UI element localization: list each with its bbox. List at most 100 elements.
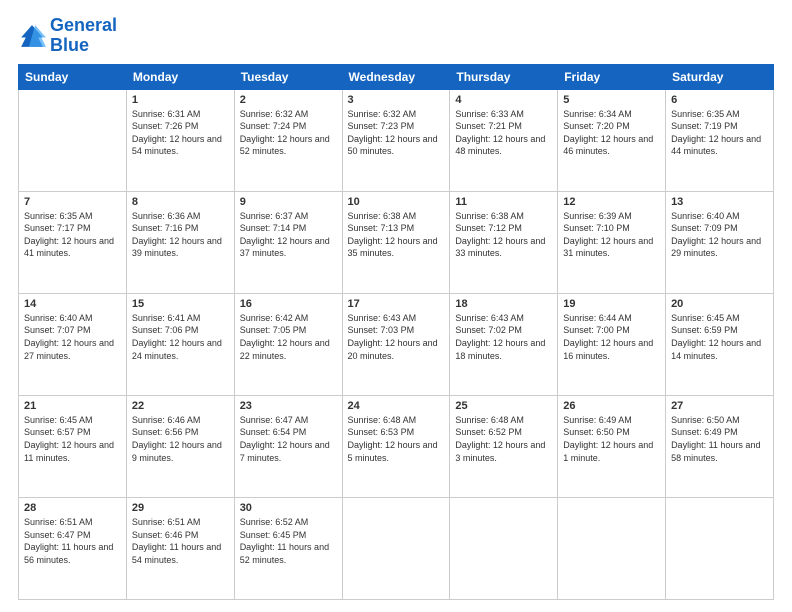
weekday-monday: Monday bbox=[126, 64, 234, 89]
day-info: Sunrise: 6:34 AMSunset: 7:20 PMDaylight:… bbox=[563, 108, 660, 158]
day-cell: 22 Sunrise: 6:46 AMSunset: 6:56 PMDayligh… bbox=[126, 395, 234, 497]
day-cell: 17 Sunrise: 6:43 AMSunset: 7:03 PMDayligh… bbox=[342, 293, 450, 395]
day-cell bbox=[666, 497, 774, 599]
day-number: 30 bbox=[240, 502, 337, 514]
day-info: Sunrise: 6:45 AMSunset: 6:57 PMDaylight:… bbox=[24, 414, 121, 464]
day-number: 28 bbox=[24, 502, 121, 514]
day-info: Sunrise: 6:41 AMSunset: 7:06 PMDaylight:… bbox=[132, 312, 229, 362]
day-info: Sunrise: 6:42 AMSunset: 7:05 PMDaylight:… bbox=[240, 312, 337, 362]
day-cell: 7 Sunrise: 6:35 AMSunset: 7:17 PMDaylight… bbox=[19, 191, 127, 293]
day-number: 29 bbox=[132, 502, 229, 514]
day-cell: 18Sunrise: 6:43 AMSunset: 7:02 PMDayligh… bbox=[450, 293, 558, 395]
day-info: Sunrise: 6:51 AMSunset: 6:47 PMDaylight:… bbox=[24, 516, 121, 566]
weekday-thursday: Thursday bbox=[450, 64, 558, 89]
day-number: 11 bbox=[455, 196, 552, 208]
week-row-3: 14 Sunrise: 6:40 AMSunset: 7:07 PMDayligh… bbox=[19, 293, 774, 395]
day-info: Sunrise: 6:38 AMSunset: 7:12 PMDaylight:… bbox=[455, 210, 552, 260]
day-number: 15 bbox=[132, 298, 229, 310]
day-number: 22 bbox=[132, 400, 229, 412]
day-info: Sunrise: 6:40 AMSunset: 7:09 PMDaylight:… bbox=[671, 210, 768, 260]
day-info: Sunrise: 6:36 AMSunset: 7:16 PMDaylight:… bbox=[132, 210, 229, 260]
week-row-5: 28 Sunrise: 6:51 AMSunset: 6:47 PMDayligh… bbox=[19, 497, 774, 599]
week-row-2: 7 Sunrise: 6:35 AMSunset: 7:17 PMDaylight… bbox=[19, 191, 774, 293]
day-cell bbox=[558, 497, 666, 599]
day-cell: 5 Sunrise: 6:34 AMSunset: 7:20 PMDaylight… bbox=[558, 89, 666, 191]
day-info: Sunrise: 6:48 AMSunset: 6:53 PMDaylight:… bbox=[348, 414, 445, 464]
day-info: Sunrise: 6:49 AMSunset: 6:50 PMDaylight:… bbox=[563, 414, 660, 464]
day-cell: 13 Sunrise: 6:40 AMSunset: 7:09 PMDayligh… bbox=[666, 191, 774, 293]
weekday-sunday: Sunday bbox=[19, 64, 127, 89]
day-cell bbox=[342, 497, 450, 599]
day-info: Sunrise: 6:35 AMSunset: 7:19 PMDaylight:… bbox=[671, 108, 768, 158]
logo: General Blue bbox=[18, 16, 117, 56]
day-number: 7 bbox=[24, 196, 121, 208]
day-cell bbox=[450, 497, 558, 599]
header: General Blue bbox=[18, 16, 774, 56]
day-number: 12 bbox=[563, 196, 660, 208]
day-cell: 26 Sunrise: 6:49 AMSunset: 6:50 PMDayligh… bbox=[558, 395, 666, 497]
day-number: 21 bbox=[24, 400, 121, 412]
day-number: 6 bbox=[671, 94, 768, 106]
day-number: 26 bbox=[563, 400, 660, 412]
day-cell: 3 Sunrise: 6:32 AMSunset: 7:23 PMDaylight… bbox=[342, 89, 450, 191]
day-cell: 1 Sunrise: 6:31 AMSunset: 7:26 PMDaylight… bbox=[126, 89, 234, 191]
day-cell: 14 Sunrise: 6:40 AMSunset: 7:07 PMDayligh… bbox=[19, 293, 127, 395]
weekday-tuesday: Tuesday bbox=[234, 64, 342, 89]
day-number: 16 bbox=[240, 298, 337, 310]
day-info: Sunrise: 6:35 AMSunset: 7:17 PMDaylight:… bbox=[24, 210, 121, 260]
day-cell: 21 Sunrise: 6:45 AMSunset: 6:57 PMDayligh… bbox=[19, 395, 127, 497]
weekday-wednesday: Wednesday bbox=[342, 64, 450, 89]
day-number: 23 bbox=[240, 400, 337, 412]
day-number: 24 bbox=[348, 400, 445, 412]
day-cell: 2Sunrise: 6:32 AMSunset: 7:24 PMDaylight… bbox=[234, 89, 342, 191]
day-cell: 4Sunrise: 6:33 AMSunset: 7:21 PMDaylight… bbox=[450, 89, 558, 191]
day-cell: 11 Sunrise: 6:38 AMSunset: 7:12 PMDayligh… bbox=[450, 191, 558, 293]
day-cell: 15 Sunrise: 6:41 AMSunset: 7:06 PMDayligh… bbox=[126, 293, 234, 395]
day-cell: 30 Sunrise: 6:52 AMSunset: 6:45 PMDayligh… bbox=[234, 497, 342, 599]
day-number: 25 bbox=[455, 400, 552, 412]
day-info: Sunrise: 6:40 AMSunset: 7:07 PMDaylight:… bbox=[24, 312, 121, 362]
day-info: Sunrise: 6:46 AMSunset: 6:56 PMDaylight:… bbox=[132, 414, 229, 464]
day-info: Sunrise: 6:52 AMSunset: 6:45 PMDaylight:… bbox=[240, 516, 337, 566]
logo-line1: General bbox=[50, 16, 117, 36]
day-info: Sunrise: 6:32 AMSunset: 7:23 PMDaylight:… bbox=[348, 108, 445, 158]
day-info: Sunrise: 6:31 AMSunset: 7:26 PMDaylight:… bbox=[132, 108, 229, 158]
day-info: Sunrise: 6:39 AMSunset: 7:10 PMDaylight:… bbox=[563, 210, 660, 260]
day-cell: 23 Sunrise: 6:47 AMSunset: 6:54 PMDayligh… bbox=[234, 395, 342, 497]
day-number: 14 bbox=[24, 298, 121, 310]
day-info: Sunrise: 6:43 AMSunset: 7:03 PMDaylight:… bbox=[348, 312, 445, 362]
week-row-1: 1 Sunrise: 6:31 AMSunset: 7:26 PMDaylight… bbox=[19, 89, 774, 191]
day-cell bbox=[19, 89, 127, 191]
weekday-friday: Friday bbox=[558, 64, 666, 89]
day-number: 3 bbox=[348, 94, 445, 106]
calendar-table: SundayMondayTuesdayWednesdayThursdayFrid… bbox=[18, 64, 774, 600]
day-info: Sunrise: 6:50 AMSunset: 6:49 PMDaylight:… bbox=[671, 414, 768, 464]
calendar-page: General Blue SundayMondayTuesdayWednesda… bbox=[0, 0, 792, 612]
day-info: Sunrise: 6:38 AMSunset: 7:13 PMDaylight:… bbox=[348, 210, 445, 260]
day-number: 17 bbox=[348, 298, 445, 310]
day-number: 10 bbox=[348, 196, 445, 208]
day-number: 8 bbox=[132, 196, 229, 208]
weekday-header-row: SundayMondayTuesdayWednesdayThursdayFrid… bbox=[19, 64, 774, 89]
day-number: 13 bbox=[671, 196, 768, 208]
day-info: Sunrise: 6:51 AMSunset: 6:46 PMDaylight:… bbox=[132, 516, 229, 566]
day-number: 1 bbox=[132, 94, 229, 106]
day-number: 9 bbox=[240, 196, 337, 208]
day-info: Sunrise: 6:47 AMSunset: 6:54 PMDaylight:… bbox=[240, 414, 337, 464]
day-cell: 20 Sunrise: 6:45 AMSunset: 6:59 PMDayligh… bbox=[666, 293, 774, 395]
day-number: 20 bbox=[671, 298, 768, 310]
day-info: Sunrise: 6:48 AMSunset: 6:52 PMDaylight:… bbox=[455, 414, 552, 464]
day-cell: 28 Sunrise: 6:51 AMSunset: 6:47 PMDayligh… bbox=[19, 497, 127, 599]
day-cell: 8 Sunrise: 6:36 AMSunset: 7:16 PMDaylight… bbox=[126, 191, 234, 293]
day-info: Sunrise: 6:45 AMSunset: 6:59 PMDaylight:… bbox=[671, 312, 768, 362]
day-number: 27 bbox=[671, 400, 768, 412]
day-cell: 27 Sunrise: 6:50 AMSunset: 6:49 PMDayligh… bbox=[666, 395, 774, 497]
logo-icon bbox=[18, 22, 46, 50]
week-row-4: 21 Sunrise: 6:45 AMSunset: 6:57 PMDayligh… bbox=[19, 395, 774, 497]
day-cell: 6 Sunrise: 6:35 AMSunset: 7:19 PMDaylight… bbox=[666, 89, 774, 191]
day-number: 4 bbox=[455, 94, 552, 106]
day-number: 2 bbox=[240, 94, 337, 106]
day-cell: 24 Sunrise: 6:48 AMSunset: 6:53 PMDayligh… bbox=[342, 395, 450, 497]
day-cell: 19Sunrise: 6:44 AMSunset: 7:00 PMDayligh… bbox=[558, 293, 666, 395]
day-number: 5 bbox=[563, 94, 660, 106]
